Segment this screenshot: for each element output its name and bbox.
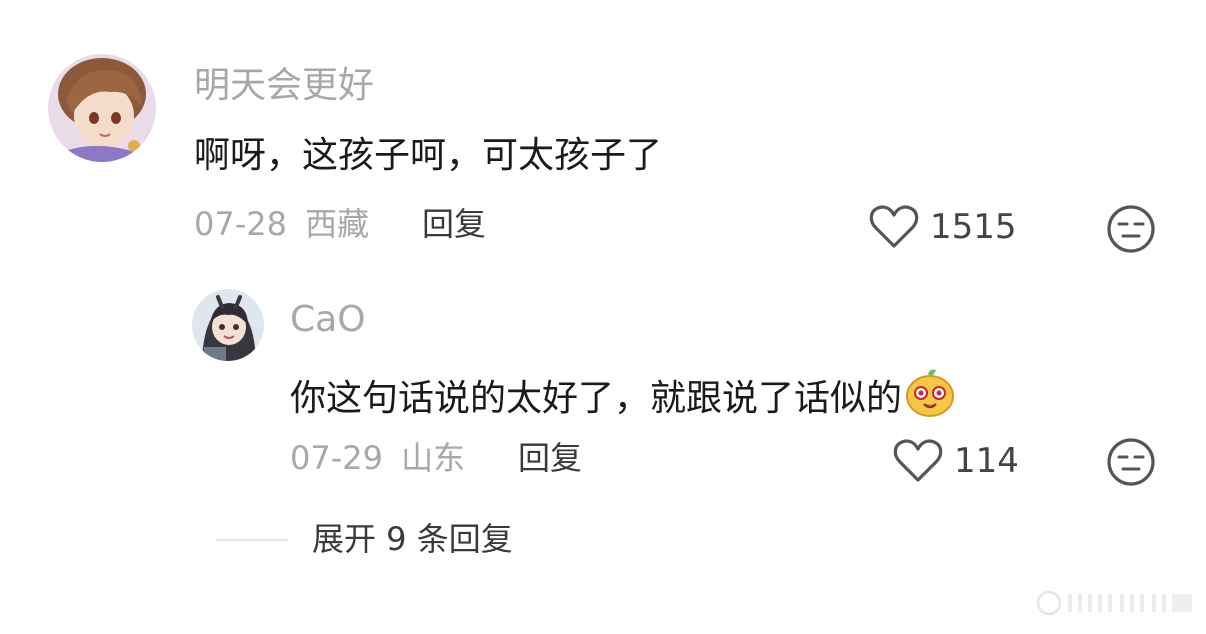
unamused-face-icon	[1107, 438, 1155, 486]
comment-thread: 明天会更好 啊呀，这孩子呵，可太孩子了 07-28 西藏 回复 1515 CaO…	[0, 0, 1206, 634]
like-button[interactable]: 114	[892, 438, 1019, 484]
comment-text: 啊呀，这孩子呵，可太孩子了	[194, 135, 663, 176]
reply-button[interactable]: 回复	[518, 438, 582, 478]
reply-text-row: 你这句话说的太好了，就跟说了话似的	[290, 366, 956, 430]
expand-replies-button[interactable]: 展开 9 条回复	[312, 519, 513, 559]
comment-meta: 07-28 西藏	[194, 204, 369, 244]
reply-button[interactable]: 回复	[422, 204, 486, 244]
smiling-bean-emoji-icon	[904, 366, 956, 430]
comment-location: 西藏	[305, 205, 370, 243]
user-avatar[interactable]	[48, 54, 156, 162]
reply-username[interactable]: CaO	[290, 298, 366, 342]
comment-username[interactable]: 明天会更好	[194, 64, 374, 108]
heart-icon	[893, 439, 943, 482]
avatar-image	[192, 289, 264, 361]
reply-text: 你这句话说的太好了，就跟说了话似的	[290, 378, 903, 419]
reply-date: 07-29	[290, 439, 383, 477]
avatar-image	[48, 54, 156, 162]
watermark-logo	[1036, 590, 1196, 620]
like-count: 114	[954, 441, 1019, 481]
dislike-button[interactable]	[1105, 436, 1157, 488]
dislike-button[interactable]	[1105, 203, 1157, 255]
heart-icon	[869, 205, 919, 248]
unamused-face-icon	[1107, 205, 1155, 253]
like-button[interactable]: 1515	[868, 204, 1017, 250]
reply-meta: 07-29 山东	[290, 438, 465, 478]
reply-user-avatar[interactable]	[192, 289, 264, 361]
comment-date: 07-28	[194, 205, 287, 243]
divider	[216, 539, 288, 541]
reply-location: 山东	[401, 439, 466, 477]
like-count: 1515	[930, 207, 1017, 247]
